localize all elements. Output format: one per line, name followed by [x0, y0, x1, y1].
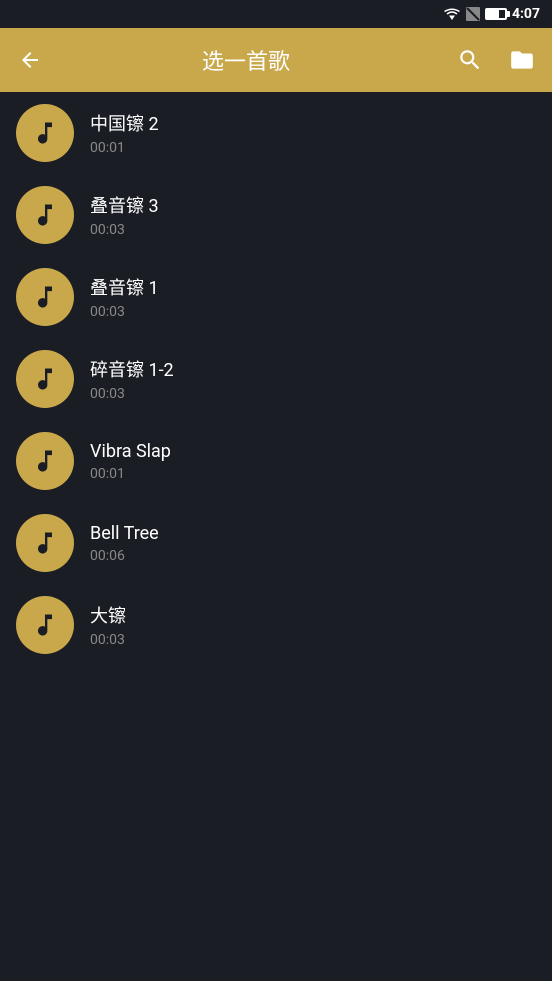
music-note-icon [31, 283, 59, 311]
battery-icon [485, 8, 507, 20]
song-item-7[interactable]: 大镲 00:03 [0, 584, 552, 666]
song-info: Bell Tree 00:06 [90, 523, 159, 564]
music-note-icon [31, 611, 59, 639]
song-avatar [16, 514, 74, 572]
back-button[interactable] [12, 42, 48, 78]
song-title: 大镲 [90, 602, 126, 628]
music-note-icon [31, 529, 59, 557]
song-title: Vibra Slap [90, 441, 171, 462]
page-title: 选一首歌 [64, 44, 428, 76]
song-item-4[interactable]: 碎音镲 1-2 00:03 [0, 338, 552, 420]
song-duration: 00:01 [90, 466, 171, 482]
wifi-icon [443, 7, 461, 21]
song-title: 叠音镲 1 [90, 274, 159, 300]
song-title: 叠音镲 3 [90, 192, 159, 218]
status-icons: 4:07 [443, 6, 540, 22]
song-duration: 00:06 [90, 548, 159, 564]
song-avatar [16, 596, 74, 654]
song-duration: 00:01 [90, 140, 159, 156]
song-info: 叠音镲 3 00:03 [90, 192, 159, 238]
song-item-1[interactable]: 中国镲 2 00:01 [0, 92, 552, 174]
song-duration: 00:03 [90, 222, 159, 238]
song-item-3[interactable]: 叠音镲 1 00:03 [0, 256, 552, 338]
song-info: Vibra Slap 00:01 [90, 441, 171, 482]
app-bar: 选一首歌 [0, 28, 552, 92]
status-bar: 4:07 [0, 0, 552, 28]
song-avatar [16, 186, 74, 244]
song-avatar [16, 432, 74, 490]
song-item-5[interactable]: Vibra Slap 00:01 [0, 420, 552, 502]
sim-icon [466, 7, 480, 21]
song-item-2[interactable]: 叠音镲 3 00:03 [0, 174, 552, 256]
song-info: 碎音镲 1-2 00:03 [90, 356, 174, 402]
song-avatar [16, 268, 74, 326]
song-info: 叠音镲 1 00:03 [90, 274, 159, 320]
song-info: 中国镲 2 00:01 [90, 110, 159, 156]
music-note-icon [31, 447, 59, 475]
song-title: 碎音镲 1-2 [90, 356, 174, 382]
song-duration: 00:03 [90, 632, 126, 648]
song-duration: 00:03 [90, 304, 159, 320]
search-button[interactable] [452, 42, 488, 78]
music-note-icon [31, 201, 59, 229]
song-avatar [16, 104, 74, 162]
song-duration: 00:03 [90, 386, 174, 402]
status-time: 4:07 [512, 6, 540, 22]
song-avatar [16, 350, 74, 408]
music-note-icon [31, 365, 59, 393]
song-info: 大镲 00:03 [90, 602, 126, 648]
song-item-6[interactable]: Bell Tree 00:06 [0, 502, 552, 584]
song-title: Bell Tree [90, 523, 159, 544]
song-title: 中国镲 2 [90, 110, 159, 136]
folder-button[interactable] [504, 42, 540, 78]
song-list: 中国镲 2 00:01 叠音镲 3 00:03 叠音镲 1 00:03 [0, 92, 552, 981]
music-note-icon [31, 119, 59, 147]
